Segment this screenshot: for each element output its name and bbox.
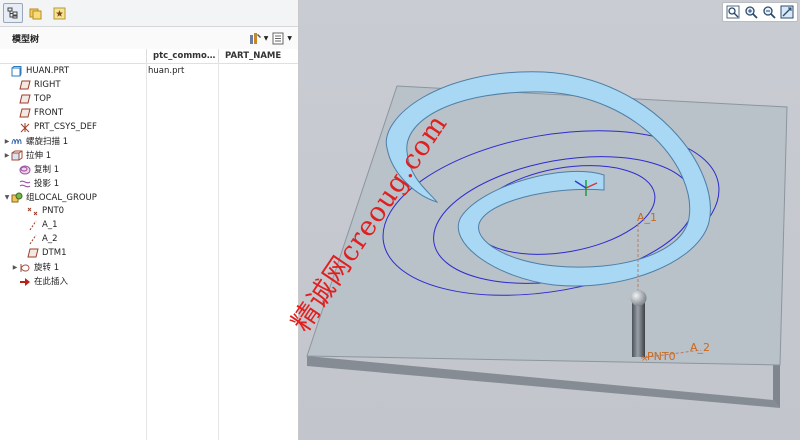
view-toolbar [722, 2, 798, 22]
column-header-row: ptc_commo… PART_NAME [0, 49, 298, 64]
tree-item-2[interactable]: TOP [0, 92, 146, 106]
refit-icon [726, 5, 740, 19]
zoom-in-button[interactable] [743, 4, 759, 20]
column-part-name[interactable]: PART_NAME [219, 49, 298, 63]
expand-toggle-icon[interactable]: ▶ [11, 264, 19, 271]
tree-item-label: 拉伸 1 [26, 151, 52, 161]
tree-item-label: 在此插入 [34, 277, 69, 287]
settings-tools-icon [249, 32, 261, 44]
settings-dropdown-button[interactable]: ▼ [248, 32, 269, 45]
revolve-pin-ball [630, 290, 647, 306]
revolve-icon [19, 262, 31, 273]
chevron-down-icon: ▼ [287, 34, 292, 42]
tree-item-label: 旋转 1 [34, 263, 60, 273]
axis-label-a2[interactable]: A_2 [690, 341, 710, 354]
tree-item-label: FRONT [34, 108, 64, 118]
tree-item-3[interactable]: FRONT [0, 106, 146, 120]
tree-item-label: DTM1 [42, 248, 67, 258]
tree-item-6[interactable]: ▶ 拉伸 1 [0, 148, 146, 162]
model-tree-panel: 模型树 ▼ ▼ ptc_commo… PART_NAME huan.prt HU… [0, 0, 299, 440]
datum-point-icon [27, 206, 39, 217]
expand-toggle-icon[interactable]: ▶ [3, 152, 11, 159]
zoom-in-icon [745, 6, 758, 19]
refit-button[interactable] [725, 4, 741, 20]
insert-here-arrow-icon [19, 276, 31, 287]
tree-item-10[interactable]: PNT0 [0, 204, 146, 218]
root-common-name-value: huan.prt [148, 66, 185, 76]
copy-icon [19, 164, 31, 175]
tree-item-label: 复制 1 [34, 165, 60, 175]
show-dropdown-button[interactable]: ▼ [272, 32, 292, 45]
tree-item-5[interactable]: ▶ 螺旋扫描 1 [0, 134, 146, 148]
zoom-out-icon [763, 6, 776, 19]
tree-item-label: A_2 [42, 234, 58, 244]
expand-toggle-icon[interactable]: ▶ [3, 138, 11, 145]
datum-plane-icon [19, 108, 31, 119]
favorites-tab[interactable] [49, 3, 69, 23]
tree-item-1[interactable]: RIGHT [0, 78, 146, 92]
projection-icon [19, 178, 31, 189]
datum-axis-icon [27, 234, 39, 245]
datum-plane-icon [27, 248, 39, 259]
tree-item-label: 投影 1 [34, 179, 60, 189]
tree-item-label: RIGHT [34, 80, 61, 90]
tree-item-label: HUAN.PRT [26, 66, 70, 76]
part-icon [11, 65, 23, 77]
model-tree-list: HUAN.PRT RIGHT TOP FRONT PRT_CSYS_DEF ▶ 螺旋扫描 1… [0, 64, 146, 288]
tree-item-11[interactable]: A_1 [0, 218, 146, 232]
model-tree-tab[interactable] [3, 3, 23, 23]
tree-item-7[interactable]: 复制 1 [0, 162, 146, 176]
axis-label-a1[interactable]: A_1 [637, 211, 657, 224]
chevron-down-icon: ▼ [263, 34, 269, 42]
tree-item-label: PNT0 [42, 206, 65, 216]
saved-view-icon [780, 5, 794, 19]
tree-item-15[interactable]: 在此插入 [0, 274, 146, 288]
point-label-pnt0[interactable]: PNT0 [647, 350, 676, 363]
tree-item-4[interactable]: PRT_CSYS_DEF [0, 120, 146, 134]
model-tree-icon [7, 7, 18, 19]
model-tree-title: 模型树 [12, 34, 40, 45]
folder-icon [29, 8, 42, 19]
tree-item-label: 螺旋扫描 1 [26, 137, 69, 147]
show-list-icon [272, 32, 284, 44]
revolve-pin-body [632, 303, 645, 357]
datum-axis-icon [27, 220, 39, 231]
zoom-out-button[interactable] [761, 4, 777, 20]
tree-item-14[interactable]: ▶ 旋转 1 [0, 260, 146, 274]
tree-item-9[interactable]: ▼ 组LOCAL_GROUP [0, 190, 146, 204]
extrude-icon [11, 150, 23, 161]
tree-item-12[interactable]: A_2 [0, 232, 146, 246]
navigator-tabbar [0, 0, 298, 27]
group-icon [11, 192, 23, 203]
tree-item-13[interactable]: DTM1 [0, 246, 146, 260]
tree-item-8[interactable]: 投影 1 [0, 176, 146, 190]
tree-item-label: TOP [34, 94, 52, 104]
helical-sweep-icon [11, 136, 23, 147]
expand-toggle-icon[interactable]: ▼ [3, 194, 11, 201]
tree-item-label: A_1 [42, 220, 58, 230]
tree-item-label: 组LOCAL_GROUP [26, 193, 97, 203]
csys-icon [19, 122, 31, 133]
tree-item-label: PRT_CSYS_DEF [34, 122, 97, 132]
datum-plane-icon [19, 94, 31, 105]
model-tree-header: 模型树 ▼ ▼ [0, 27, 298, 50]
folder-browser-tab[interactable] [26, 3, 46, 23]
datum-plane-icon [19, 80, 31, 91]
favorites-star-icon [53, 7, 65, 19]
column-ptc-common-name[interactable]: ptc_commo… [147, 49, 219, 63]
tree-item-0[interactable]: HUAN.PRT [0, 64, 146, 78]
saved-view-button[interactable] [779, 4, 795, 20]
